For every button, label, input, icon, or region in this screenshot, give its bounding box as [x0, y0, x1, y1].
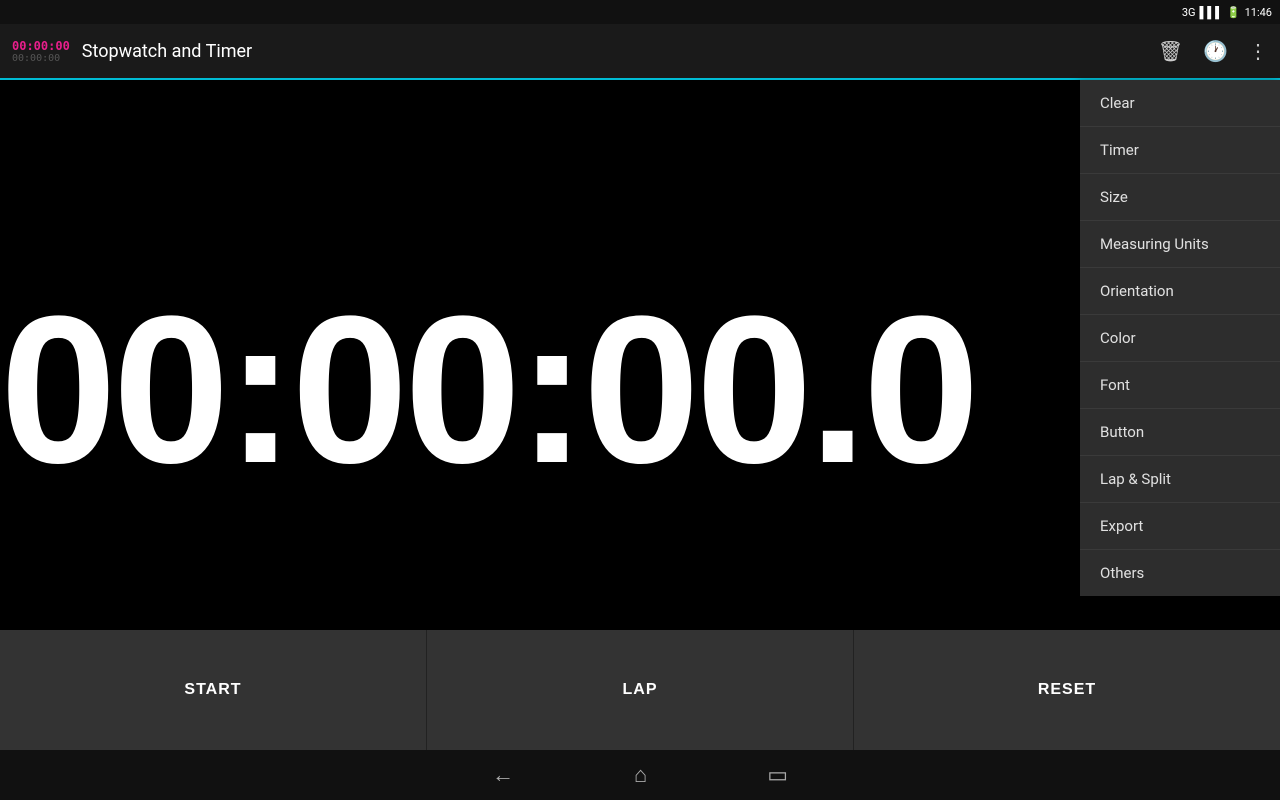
menu-item-font[interactable]: Font	[1080, 362, 1280, 409]
menu-item-orientation[interactable]: Orientation	[1080, 268, 1280, 315]
bottom-buttons: START LAP RESET	[0, 630, 1280, 750]
time-display: 11:46	[1245, 6, 1272, 19]
status-bar: 3G ▌▌▌ 🔋 11:46	[0, 0, 1280, 24]
dropdown-menu: ClearTimerSizeMeasuring UnitsOrientation…	[1080, 80, 1280, 596]
menu-item-timer[interactable]: Timer	[1080, 127, 1280, 174]
recents-button[interactable]: ▭	[767, 763, 788, 788]
nav-bar: ← ⌂ ▭	[0, 750, 1280, 800]
menu-item-color[interactable]: Color	[1080, 315, 1280, 362]
back-button[interactable]: ←	[492, 762, 514, 788]
menu-item-export[interactable]: Export	[1080, 503, 1280, 550]
timer-small-primary: 00:00:00	[12, 39, 70, 53]
menu-item-lap-split[interactable]: Lap & Split	[1080, 456, 1280, 503]
app-title: Stopwatch and Timer	[82, 41, 1158, 62]
status-icons: 3G ▌▌▌ 🔋 11:46	[1182, 6, 1272, 19]
app-bar-timer-small: 00:00:00 00:00:00	[12, 39, 70, 64]
menu-item-measuring-units[interactable]: Measuring Units	[1080, 221, 1280, 268]
trash-icon[interactable]: 🗑	[1158, 39, 1183, 63]
lap-button[interactable]: LAP	[427, 630, 854, 750]
stopwatch-display: 00:00:00.0	[0, 285, 976, 495]
reset-button[interactable]: RESET	[854, 630, 1280, 750]
menu-item-button[interactable]: Button	[1080, 409, 1280, 456]
app-bar: 00:00:00 00:00:00 Stopwatch and Timer 🗑 …	[0, 24, 1280, 80]
network-indicator: 3G	[1182, 6, 1196, 19]
history-icon[interactable]: 🕐	[1203, 39, 1228, 63]
menu-item-size[interactable]: Size	[1080, 174, 1280, 221]
signal-icon: ▌▌▌	[1200, 6, 1223, 19]
more-options-icon[interactable]: ⋮	[1248, 39, 1268, 63]
battery-icon: 🔋	[1227, 6, 1241, 19]
app-bar-actions: 🗑 🕐 ⋮	[1158, 39, 1268, 63]
menu-item-others[interactable]: Others	[1080, 550, 1280, 596]
menu-item-clear[interactable]: Clear	[1080, 80, 1280, 127]
start-button[interactable]: START	[0, 630, 427, 750]
timer-small-secondary: 00:00:00	[12, 53, 70, 64]
home-button[interactable]: ⌂	[634, 762, 647, 788]
